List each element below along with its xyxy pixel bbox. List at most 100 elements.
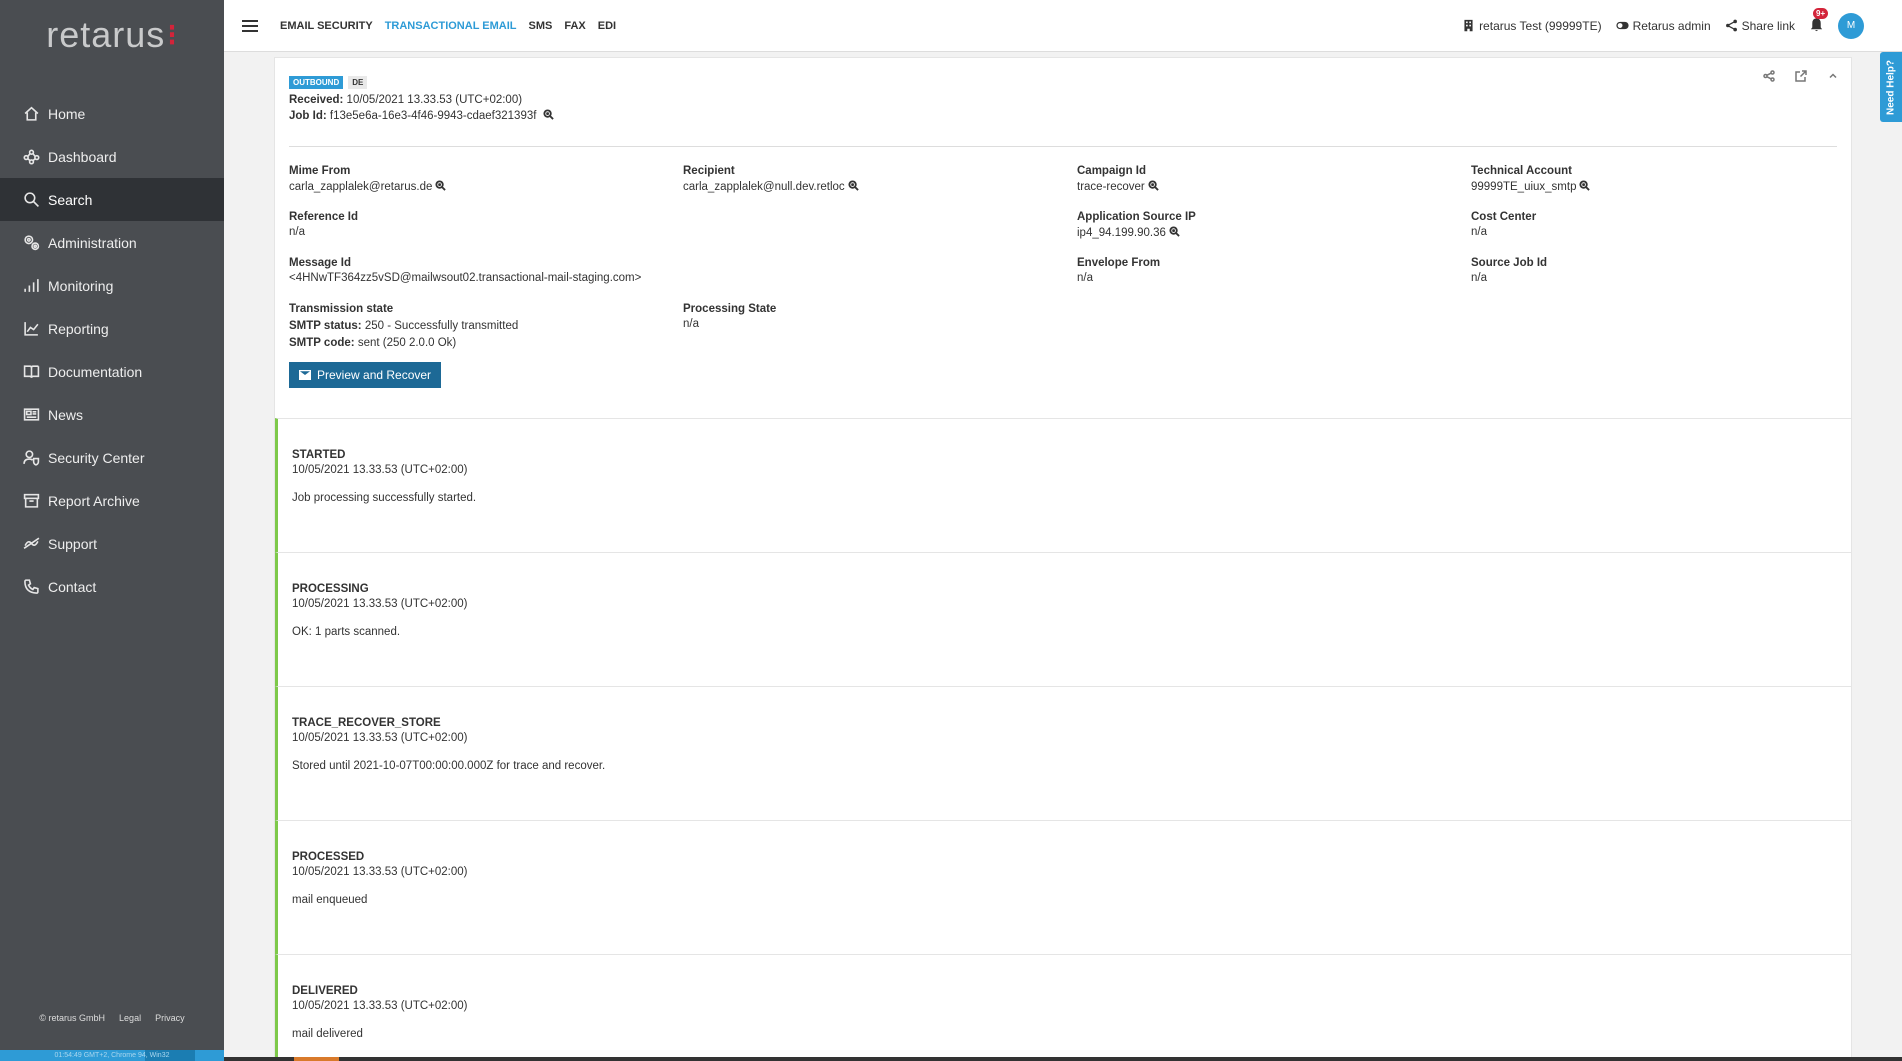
toggle-icon bbox=[1615, 21, 1629, 30]
event-message: mail delivered bbox=[292, 1028, 363, 1040]
sidebar-item-label: Administration bbox=[48, 234, 137, 251]
role-toggle[interactable]: Retarus admin bbox=[1615, 19, 1711, 33]
newspaper-icon bbox=[22, 406, 40, 424]
share-icon[interactable] bbox=[1763, 70, 1775, 82]
bell-icon bbox=[1810, 17, 1823, 31]
field-label: Message Id bbox=[289, 257, 351, 269]
account-name: retarus Test (99999TE) bbox=[1479, 18, 1602, 33]
sidebar-item-label: Documentation bbox=[48, 363, 143, 380]
sidebar-item-label: News bbox=[48, 406, 84, 423]
book-icon bbox=[22, 363, 40, 381]
magnifier-icon[interactable] bbox=[540, 109, 554, 122]
privacy-link[interactable]: Privacy bbox=[155, 1013, 185, 1023]
event-time: 10/05/2021 13.33.53 (UTC+02:00) bbox=[292, 598, 468, 610]
user-shield-icon bbox=[22, 449, 40, 467]
region-badge: DE bbox=[348, 76, 368, 89]
menu-toggle-button[interactable] bbox=[224, 17, 276, 35]
sidebar-item-label: Support bbox=[48, 535, 98, 552]
magnifier-icon[interactable] bbox=[1145, 180, 1159, 193]
sidebar-item-contact[interactable]: Contact bbox=[0, 565, 224, 608]
field-technical-account: Technical Account 99999TE_uiux_smtp bbox=[1471, 165, 1851, 201]
need-help-tab[interactable]: Need Help? bbox=[1880, 52, 1902, 122]
field-message-id: Message Id <4HNwTF364zz5vSD@mailwsout02.… bbox=[289, 257, 1077, 293]
field-transmission-state: Transmission state SMTP status: 250 - Su… bbox=[289, 303, 683, 352]
event-time: 10/05/2021 13.33.53 (UTC+02:00) bbox=[292, 1000, 468, 1012]
tab-email-security[interactable]: EMAIL SECURITY bbox=[280, 20, 373, 32]
legal-link[interactable]: Legal bbox=[119, 1013, 141, 1023]
sidebar-item-monitoring[interactable]: Monitoring bbox=[0, 264, 224, 307]
preview-and-recover-label: Preview and Recover bbox=[317, 368, 432, 382]
sidebar-footer: © retarus GmbH Legal Privacy bbox=[0, 1013, 224, 1023]
field-application-source-ip: Application Source IP ip4_94.199.90.36 bbox=[1077, 211, 1471, 247]
job-id-label: Job Id: bbox=[289, 110, 327, 122]
smtp-code-value: sent (250 2.0.0 Ok) bbox=[357, 337, 457, 349]
magnifier-icon[interactable] bbox=[1576, 180, 1591, 193]
sidebar-item-security-center[interactable]: Security Center bbox=[0, 436, 224, 479]
field-label: Technical Account bbox=[1471, 165, 1572, 177]
support-icon bbox=[22, 535, 40, 553]
smtp-status-line: SMTP status: 250 - Successfully transmit… bbox=[289, 318, 683, 335]
sidebar-item-dashboard[interactable]: Dashboard bbox=[0, 135, 224, 178]
field-cost-center: Cost Center n/a bbox=[1471, 211, 1851, 247]
smtp-code-label: SMTP code: bbox=[289, 337, 355, 349]
magnifier-icon[interactable] bbox=[845, 180, 859, 193]
event-time: 10/05/2021 13.33.53 (UTC+02:00) bbox=[292, 732, 468, 744]
taskbar-accent bbox=[294, 1057, 339, 1061]
event-message: OK: 1 parts scanned. bbox=[292, 626, 401, 638]
sidebar-item-home[interactable]: Home bbox=[0, 92, 224, 135]
tab-sms[interactable]: SMS bbox=[529, 20, 553, 32]
home-icon bbox=[22, 105, 40, 123]
taskbar-strip bbox=[224, 1057, 1902, 1061]
field-value: 99999TE_uiux_smtp bbox=[1471, 181, 1577, 193]
sidebar-item-report-archive[interactable]: Report Archive bbox=[0, 479, 224, 522]
tab-fax[interactable]: FAX bbox=[564, 20, 585, 32]
sidebar-item-search[interactable]: Search bbox=[0, 178, 224, 221]
collapse-chevron-icon[interactable] bbox=[1827, 70, 1839, 82]
field-label: Envelope From bbox=[1077, 257, 1161, 269]
sidebar-item-documentation[interactable]: Documentation bbox=[0, 350, 224, 393]
magnifier-icon[interactable] bbox=[1166, 226, 1180, 239]
status-bar-text: 01:54:49 GMT+2, Chrome 94, Win32 bbox=[54, 1052, 170, 1059]
notifications-button[interactable]: 9+ bbox=[1809, 7, 1829, 35]
timeline-event: DELIVERED 10/05/2021 13.33.53 (UTC+02:00… bbox=[275, 954, 1851, 1060]
account-selector[interactable]: retarus Test (99999TE) bbox=[1462, 19, 1602, 33]
field-envelope-from: Envelope From n/a bbox=[1077, 257, 1471, 293]
sidebar-item-news[interactable]: News bbox=[0, 393, 224, 436]
sidebar-item-reporting[interactable]: Reporting bbox=[0, 307, 224, 350]
open-external-icon[interactable] bbox=[1795, 70, 1807, 82]
sidebar-item-label: Report Archive bbox=[48, 492, 140, 509]
avatar[interactable]: M bbox=[1838, 12, 1864, 39]
building-icon bbox=[1464, 19, 1473, 32]
bar-chart-icon bbox=[22, 277, 40, 295]
retarus-logo[interactable]: retarus ⁝ bbox=[0, 0, 224, 70]
archive-icon bbox=[22, 492, 40, 510]
field-recipient: Recipient carla_zapplalek@null.dev.retlo… bbox=[683, 165, 1077, 201]
timeline-event: PROCESSED 10/05/2021 13.33.53 (UTC+02:00… bbox=[275, 820, 1851, 954]
copyright-text: © retarus GmbH bbox=[39, 1013, 106, 1023]
magnifier-icon[interactable] bbox=[432, 180, 447, 193]
field-value: ip4_94.199.90.36 bbox=[1077, 227, 1166, 239]
field-label: Source Job Id bbox=[1471, 257, 1548, 269]
received-label: Received: bbox=[289, 94, 344, 106]
sidebar-item-label: Contact bbox=[48, 578, 97, 595]
sidebar-item-label: Dashboard bbox=[48, 148, 117, 165]
event-message: mail enqueued bbox=[292, 894, 368, 906]
tab-edi[interactable]: EDI bbox=[598, 20, 616, 32]
event-name: PROCESSING bbox=[292, 583, 369, 595]
received-value: 10/05/2021 13.33.53 (UTC+02:00) bbox=[346, 94, 523, 106]
field-reference-id: Reference Id n/a bbox=[289, 211, 683, 247]
sidebar-item-administration[interactable]: Administration bbox=[0, 221, 224, 264]
job-id-value: f13e5e6a-16e3-4f46-9943-cdaef321393f bbox=[329, 110, 537, 122]
field-label: Cost Center bbox=[1471, 211, 1537, 223]
tab-transactional-email[interactable]: TRANSACTIONAL EMAIL bbox=[385, 20, 517, 32]
field-label: Recipient bbox=[683, 165, 735, 177]
field-value: n/a bbox=[683, 318, 699, 330]
share-icon bbox=[1725, 19, 1737, 32]
smtp-status-value: 250 - Successfully transmitted bbox=[364, 320, 519, 332]
direction-badge: OUTBOUND bbox=[289, 76, 344, 89]
sidebar-item-support[interactable]: Support bbox=[0, 522, 224, 565]
share-link-button[interactable]: Share link bbox=[1725, 19, 1795, 33]
job-tags: OUTBOUND DE bbox=[289, 76, 1837, 89]
smtp-status-label: SMTP status: bbox=[289, 320, 362, 332]
preview-and-recover-button[interactable]: Preview and Recover bbox=[289, 362, 442, 388]
